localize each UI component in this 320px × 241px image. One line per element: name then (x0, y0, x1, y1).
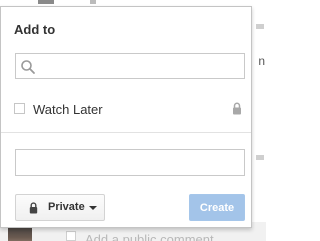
lock-icon (29, 202, 38, 214)
background-fragment (256, 155, 264, 160)
comment-placeholder[interactable]: Add a public comment... (85, 232, 224, 241)
playlist-item-label: Watch Later (33, 102, 103, 117)
lock-icon (233, 102, 241, 115)
background-checkbox (66, 231, 76, 241)
page: n Add a public comment... Add to Watch L… (0, 0, 266, 241)
new-playlist-name-field[interactable] (15, 149, 245, 176)
create-button[interactable]: Create (189, 194, 245, 221)
background-fragment (256, 24, 264, 29)
background-fragment (38, 0, 54, 4)
divider (1, 132, 251, 133)
background-fragment: n (258, 54, 265, 68)
playlist-search-box[interactable] (15, 53, 245, 79)
search-icon (21, 60, 35, 74)
playlist-item-watch-later[interactable]: Watch Later (14, 100, 244, 120)
playlist-search-input[interactable] (40, 56, 240, 76)
background-right-column (252, 0, 266, 241)
privacy-label: Private (48, 201, 85, 213)
privacy-dropdown-button[interactable]: Private (15, 194, 105, 221)
add-to-playlist-popup: Add to Watch Later Private Create (0, 6, 252, 228)
popup-title: Add to (14, 22, 56, 37)
watch-later-checkbox[interactable] (14, 103, 25, 114)
caret-down-icon (89, 206, 97, 210)
background-fragment (90, 0, 96, 4)
